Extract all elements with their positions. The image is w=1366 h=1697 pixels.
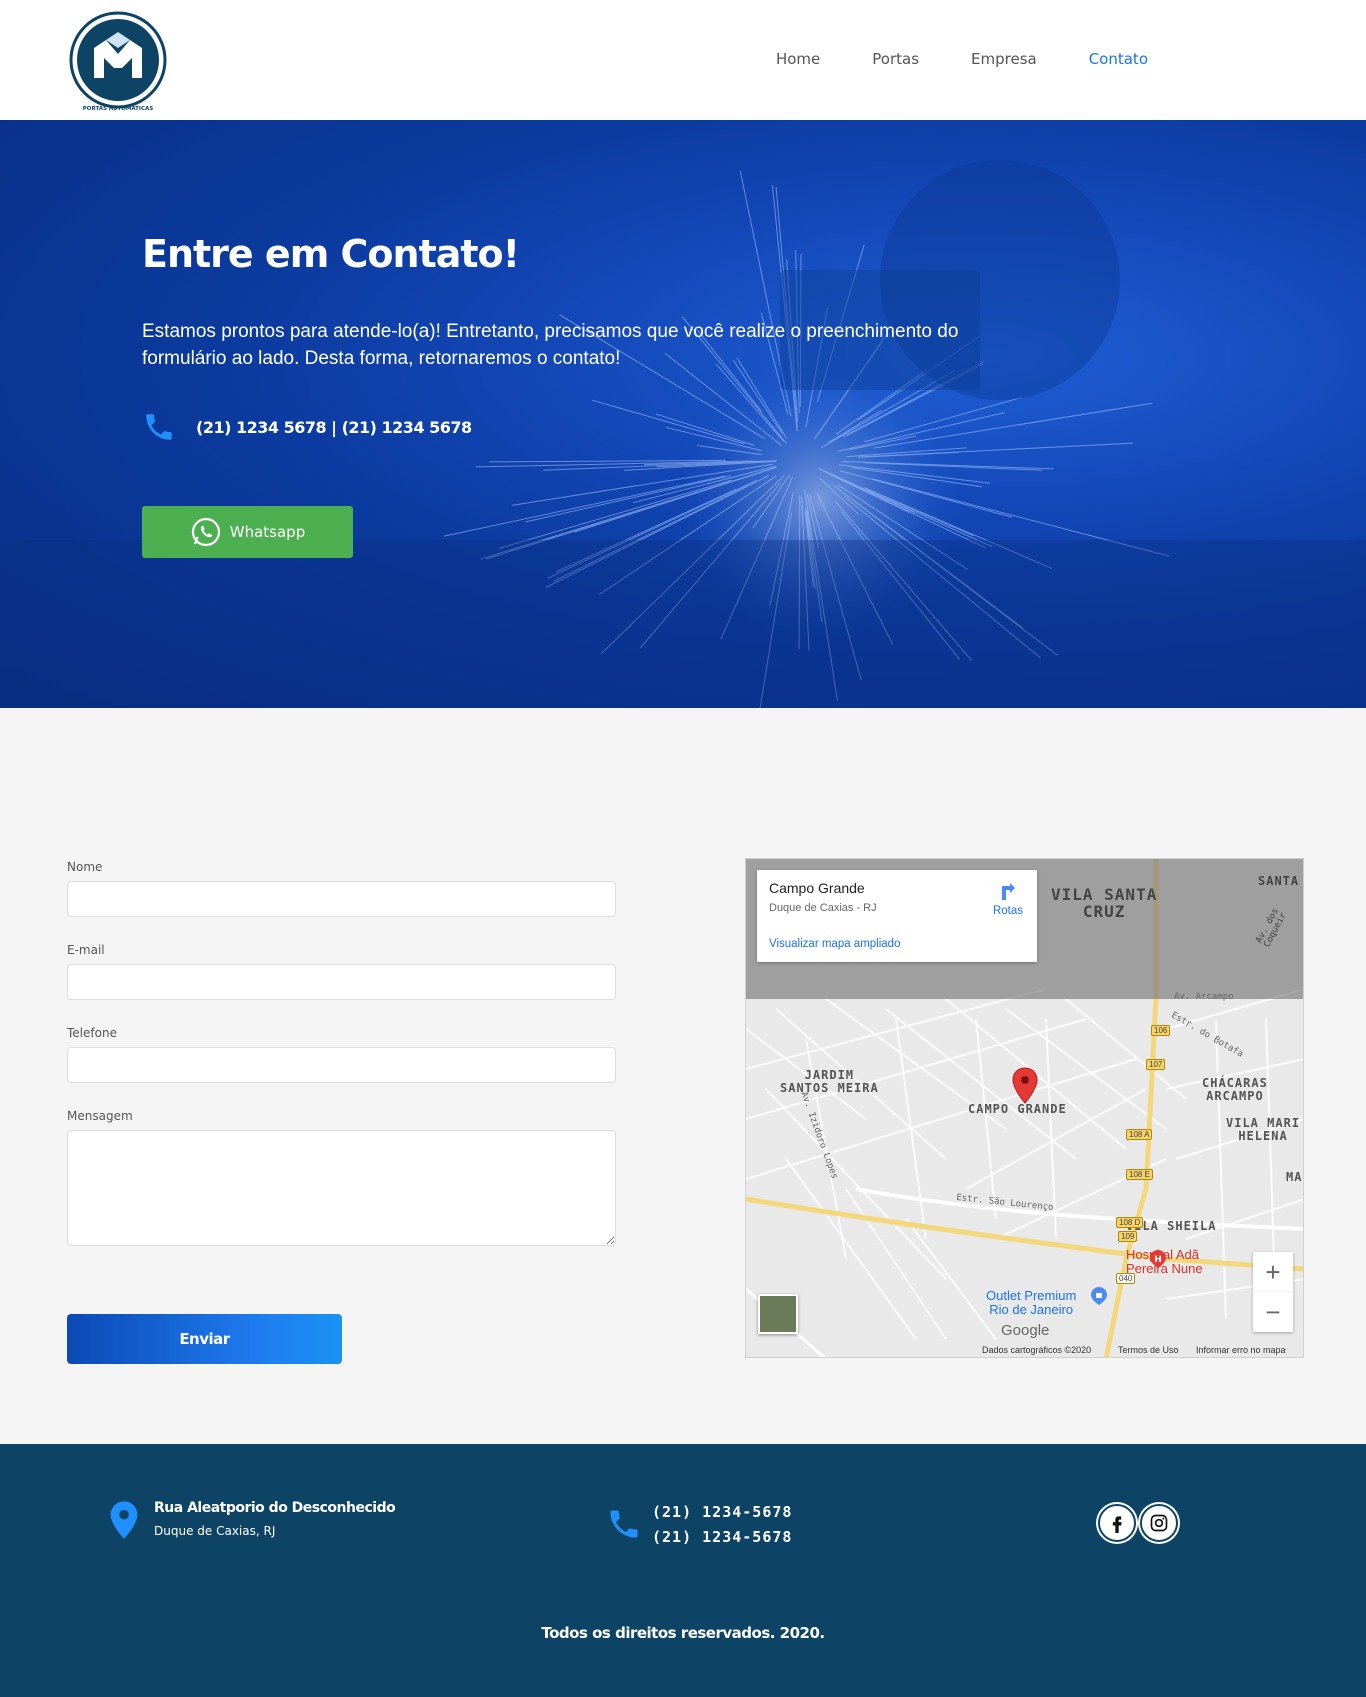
logo[interactable]: PORTAS AUTOMÁTICAS	[66, 10, 170, 116]
hero-title: Entre em Contato!	[142, 232, 520, 276]
nav-home[interactable]: Home	[776, 50, 820, 68]
hospital-icon: H	[1150, 1250, 1166, 1268]
footer-phone-2: (21) 1234-5678	[652, 1528, 793, 1546]
copyright-text: Todos os direitos reservados. 2020.	[541, 1624, 825, 1642]
whatsapp-button[interactable]: Whatsapp	[142, 506, 353, 558]
facebook-icon	[1112, 1516, 1122, 1533]
satellite-toggle[interactable]	[758, 1294, 798, 1334]
directions-button[interactable]: Rotas	[993, 882, 1023, 917]
hero-phone: (21) 1234 5678 | (21) 1234 5678	[142, 410, 472, 444]
directions-label: Rotas	[992, 905, 1023, 917]
site-header: PORTAS AUTOMÁTICAS Home Portas Empresa C…	[0, 0, 1366, 120]
footer-address-line2: Duque de Caxias, RJ	[154, 1524, 276, 1538]
whatsapp-icon	[191, 517, 220, 547]
map-terms-link[interactable]: Termos de Uso	[1118, 1345, 1179, 1355]
footer-address-line1: Rua Aleatporio do Desconhecido	[154, 1500, 396, 1516]
map-label-chacaras-arcampo: CHÁCARAS ARCAMPO	[1202, 1076, 1268, 1103]
message-textarea[interactable]	[67, 1130, 616, 1246]
whatsapp-label: Whatsapp	[229, 523, 306, 541]
map-info-card: Campo Grande Duque de Caxias - RJ Visual…	[757, 870, 1037, 962]
map-label-av-arcampo: Av. Arcampo	[1174, 992, 1234, 1002]
larger-map-link[interactable]: Visualizar mapa ampliado	[769, 938, 1025, 950]
zoom-in-button[interactable]: +	[1253, 1252, 1293, 1292]
location-pin-icon	[110, 1501, 138, 1539]
email-input[interactable]	[67, 964, 616, 1000]
hero-section: Entre em Contato! Estamos prontos para a…	[0, 120, 1366, 708]
site-footer: Rua Aleatporio do Desconhecido Duque de …	[0, 1444, 1366, 1697]
map-label-santa: SANTA	[1258, 874, 1300, 888]
logo-text: PORTAS AUTOMÁTICAS	[83, 105, 154, 112]
instagram-link[interactable]	[1140, 1504, 1178, 1542]
footer-address: Rua Aleatporio do Desconhecido Duque de …	[108, 1500, 396, 1540]
phone-icon	[610, 1510, 638, 1538]
route-shield: 108 A	[1126, 1129, 1153, 1140]
facebook-link[interactable]	[1098, 1504, 1136, 1542]
route-shield: 108 D	[1116, 1217, 1144, 1228]
name-label: Nome	[67, 860, 103, 874]
map-place-name: Campo Grande	[769, 880, 865, 896]
phone-label: Telefone	[67, 1026, 117, 1040]
route-shield: 109	[1118, 1231, 1138, 1242]
map-label-jardim-santos-meira: JARDIM SANTOS MEIRA	[780, 1068, 879, 1095]
zoom-out-button[interactable]: −	[1253, 1292, 1293, 1332]
map-marker-icon[interactable]	[1011, 1067, 1039, 1105]
route-shield: 106	[1151, 1025, 1171, 1036]
shopping-bag-icon	[1091, 1287, 1107, 1305]
social-links	[1098, 1504, 1178, 1542]
phone-input[interactable]	[67, 1047, 616, 1083]
hero-description: Estamos prontos para atende-lo(a)! Entre…	[142, 321, 959, 369]
footer-phone-1: (21) 1234-5678	[652, 1503, 793, 1521]
map-label-ma: MA	[1286, 1170, 1303, 1184]
map-poi-outlet[interactable]: Outlet Premium Rio de Janeiro	[986, 1289, 1076, 1316]
map-place-address: Duque de Caxias - RJ	[769, 902, 877, 914]
email-label: E-mail	[67, 943, 105, 957]
contact-form: Nome E-mail Telefone Mensagem	[67, 860, 616, 1277]
name-input[interactable]	[67, 881, 616, 917]
map-label-vila-santa-cruz: VILA SANTA CRUZ	[1051, 885, 1158, 921]
map-report-link[interactable]: Informar erro no mapa	[1196, 1345, 1286, 1355]
nav-portas[interactable]: Portas	[872, 50, 919, 68]
directions-icon	[1001, 883, 1015, 900]
main-nav: Home Portas Empresa Contato	[724, 50, 1148, 68]
route-shield: 107	[1146, 1059, 1166, 1070]
route-shield: 108 E	[1126, 1169, 1153, 1180]
nav-contato[interactable]: Contato	[1089, 50, 1148, 68]
phone-icon	[146, 414, 172, 440]
google-logo: Google	[1001, 1322, 1050, 1339]
submit-button[interactable]: Enviar	[67, 1314, 342, 1364]
instagram-icon	[1150, 1514, 1168, 1532]
nav-empresa[interactable]: Empresa	[971, 50, 1037, 68]
map-attribution: Dados cartográficos ©2020	[982, 1345, 1092, 1355]
hero-phone-text: (21) 1234 5678 | (21) 1234 5678	[196, 417, 472, 437]
embedded-map[interactable]: Campo Grande Duque de Caxias - RJ Visual…	[745, 858, 1304, 1358]
message-label: Mensagem	[67, 1109, 133, 1123]
svg-text:H: H	[1154, 1255, 1162, 1265]
map-label-vila-mari-helena: VILA MARI HELENA	[1226, 1116, 1301, 1143]
footer-phones: (21) 1234-5678 (21) 1234-5678	[606, 1500, 792, 1550]
